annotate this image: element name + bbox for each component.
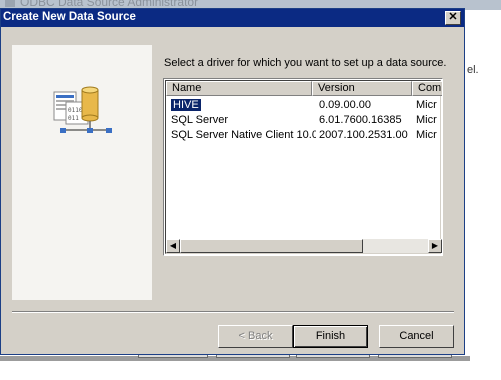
create-new-data-source-dialog: Create New Data Source ✕ 0110 011 Select… — [0, 8, 465, 355]
chevron-left-icon: ◀ — [169, 241, 177, 250]
database-documents-icon: 0110 011 — [53, 86, 112, 133]
driver-company: Micr — [416, 114, 437, 126]
driver-name: SQL Server Native Client 10.0 — [171, 129, 316, 141]
svg-text:011: 011 — [68, 115, 79, 122]
scroll-thumb[interactable] — [180, 239, 363, 253]
column-header-name[interactable]: Name — [166, 81, 312, 96]
close-button[interactable]: ✕ — [445, 11, 461, 25]
close-icon: ✕ — [448, 11, 458, 23]
driver-list[interactable]: Name Version Com HIVE 0.09.00.00 Micr SQ… — [163, 78, 443, 256]
column-header-version[interactable]: Version — [312, 81, 412, 96]
instruction-text: Select a driver for which you want to se… — [164, 57, 447, 69]
list-item-sql-native-client[interactable]: SQL Server Native Client 10.0 2007.100.2… — [166, 128, 442, 142]
scroll-left-button[interactable]: ◀ — [166, 239, 180, 253]
driver-version: 6.01.7600.16385 — [319, 114, 402, 126]
driver-version: 2007.100.2531.00 — [319, 129, 408, 141]
back-button[interactable]: < Back — [218, 325, 293, 348]
wizard-banner: 0110 011 — [12, 45, 152, 300]
cancel-button[interactable]: Cancel — [379, 325, 454, 348]
list-item-hive[interactable]: HIVE 0.09.00.00 Micr — [166, 98, 442, 112]
finish-button[interactable]: Finish — [293, 325, 368, 348]
background-window-text: el. — [467, 64, 479, 76]
driver-name: SQL Server — [171, 114, 229, 126]
list-header: Name Version Com — [166, 81, 442, 96]
driver-company: Micr — [416, 129, 437, 141]
driver-version: 0.09.00.00 — [319, 99, 371, 111]
horizontal-scrollbar[interactable]: ◀ ▶ — [166, 239, 442, 253]
list-item-sql-server[interactable]: SQL Server 6.01.7600.16385 Micr — [166, 113, 442, 127]
dialog-title: Create New Data Source — [3, 11, 136, 23]
svg-text:0110: 0110 — [68, 107, 83, 114]
driver-company: Micr — [416, 99, 437, 111]
chevron-right-icon: ▶ — [431, 241, 439, 250]
driver-name: HIVE — [171, 99, 201, 111]
odbc-icon — [5, 0, 15, 7]
scroll-right-button[interactable]: ▶ — [428, 239, 442, 253]
dialog-titlebar[interactable]: Create New Data Source ✕ — [1, 9, 464, 27]
divider — [12, 311, 454, 313]
column-header-company[interactable]: Com — [412, 81, 442, 96]
